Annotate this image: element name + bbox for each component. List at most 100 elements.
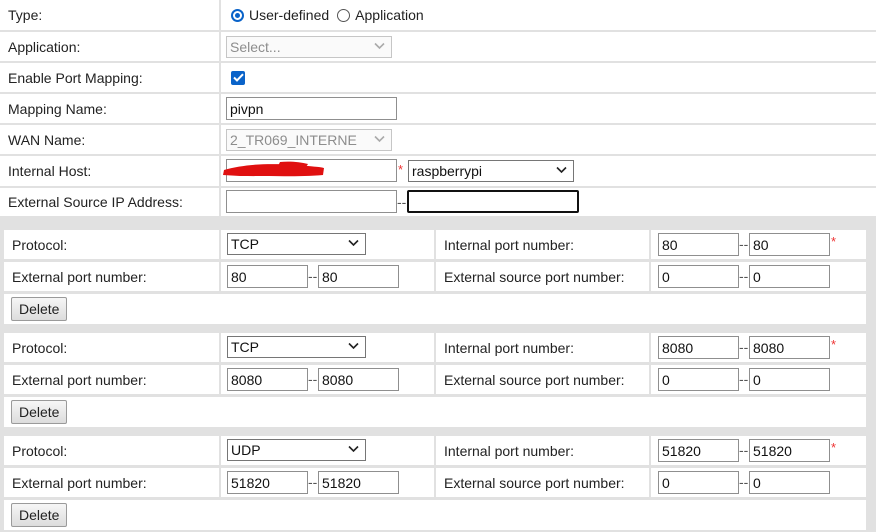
internal-host-input[interactable] xyxy=(226,159,397,182)
external-source-port-end-input[interactable] xyxy=(749,265,830,288)
application-label: Application: xyxy=(8,38,81,55)
external-port-end-input[interactable] xyxy=(318,471,399,494)
wan-name-label-cell: WAN Name: xyxy=(0,125,219,154)
protocol-label-cell: Protocol: xyxy=(4,333,219,362)
external-source-port-label-cell: External source port number: xyxy=(436,468,649,497)
range-separator: -- xyxy=(739,442,749,458)
internal-port-label-cell: Internal port number: xyxy=(436,436,649,465)
external-port-end-input[interactable] xyxy=(318,265,399,288)
external-source-port-end-input[interactable] xyxy=(749,368,830,391)
chevron-down-icon xyxy=(374,42,385,50)
delete-button[interactable]: Delete xyxy=(11,297,68,321)
application-radio-label[interactable]: Application xyxy=(355,7,424,23)
enable-checkbox[interactable] xyxy=(231,70,245,85)
range-separator: -- xyxy=(308,268,318,284)
range-separator: -- xyxy=(739,371,749,387)
external-port-start-input[interactable] xyxy=(227,368,308,391)
internal-port-label: Internal port number: xyxy=(444,339,574,356)
external-source-port-start-input[interactable] xyxy=(658,471,739,494)
user-defined-radio[interactable] xyxy=(231,8,244,22)
external-source-port-label-cell: External source port number: xyxy=(436,262,649,291)
internal-host-device-select[interactable]: raspberrypi xyxy=(408,160,574,182)
external-port-label-cell: External port number: xyxy=(4,468,219,497)
internal-port-label: Internal port number: xyxy=(444,442,574,459)
range-separator: -- xyxy=(739,474,749,490)
delete-button[interactable]: Delete xyxy=(11,503,68,527)
external-port-label-cell: External port number: xyxy=(4,262,219,291)
internal-port-label: Internal port number: xyxy=(444,236,574,253)
external-source-port-label-cell: External source port number: xyxy=(436,365,649,394)
mapping-name-label-cell: Mapping Name: xyxy=(0,94,219,123)
external-port-label: External port number: xyxy=(12,371,147,388)
internal-port-end-input[interactable] xyxy=(749,233,830,256)
protocol-select[interactable]: TCP xyxy=(227,336,366,358)
range-separator: -- xyxy=(397,194,407,210)
internal-port-end-input[interactable] xyxy=(749,336,830,359)
external-source-port-start-input[interactable] xyxy=(658,368,739,391)
protocol-label: Protocol: xyxy=(12,236,68,253)
delete-row-cell xyxy=(4,397,866,427)
chevron-down-icon xyxy=(348,445,359,453)
delete-row-cell xyxy=(4,294,866,324)
external-port-end-input[interactable] xyxy=(318,368,399,391)
external-source-port-label: External source port number: xyxy=(444,474,625,491)
range-separator: -- xyxy=(308,474,318,490)
type-options-cell: User-defined Application xyxy=(221,0,876,30)
protocol-label: Protocol: xyxy=(12,442,68,459)
external-port-start-input[interactable] xyxy=(227,265,308,288)
ext-src-ip-end-input[interactable] xyxy=(407,190,579,213)
enable-field-cell xyxy=(221,63,876,92)
type-label-cell: Type: xyxy=(0,0,219,30)
delete-button[interactable]: Delete xyxy=(11,400,68,424)
internal-host-label-cell: Internal Host: xyxy=(0,156,219,186)
external-port-start-input[interactable] xyxy=(227,471,308,494)
type-label: Type: xyxy=(8,7,43,23)
chevron-down-icon xyxy=(348,239,359,247)
internal-port-start-input[interactable] xyxy=(658,336,739,359)
checkmark-icon xyxy=(232,73,244,82)
protocol-select[interactable]: TCP xyxy=(227,233,366,255)
ext-src-ip-label: External Source IP Address: xyxy=(8,194,183,210)
protocol-label-cell: Protocol: xyxy=(4,230,219,259)
range-separator: -- xyxy=(739,339,749,355)
external-port-label: External port number: xyxy=(12,474,147,491)
protocol-label-cell: Protocol: xyxy=(4,436,219,465)
ext-src-ip-start-input[interactable] xyxy=(226,190,397,213)
delete-row-cell xyxy=(4,500,866,530)
internal-port-required: * xyxy=(831,440,837,455)
mapping-name-input[interactable] xyxy=(226,97,397,120)
internal-port-start-input[interactable] xyxy=(658,233,739,256)
chevron-down-icon xyxy=(374,135,385,143)
application-radio[interactable] xyxy=(337,8,351,22)
enable-label: Enable Port Mapping: xyxy=(8,69,143,86)
enable-label-cell: Enable Port Mapping: xyxy=(0,63,219,92)
external-port-label-cell: External port number: xyxy=(4,365,219,394)
mapping-name-label: Mapping Name: xyxy=(8,100,107,117)
range-separator: -- xyxy=(739,268,749,284)
protocol-label: Protocol: xyxy=(12,339,68,356)
internal-host-label: Internal Host: xyxy=(8,163,92,179)
chevron-down-icon xyxy=(348,342,359,350)
internal-port-end-input[interactable] xyxy=(749,439,830,462)
internal-host-required: * xyxy=(398,162,404,177)
internal-port-required: * xyxy=(831,337,837,352)
ext-src-ip-label-cell: External Source IP Address: xyxy=(0,188,219,216)
external-source-port-start-input[interactable] xyxy=(658,265,739,288)
internal-port-start-input[interactable] xyxy=(658,439,739,462)
protocol-select[interactable]: UDP xyxy=(227,439,366,461)
external-source-port-label: External source port number: xyxy=(444,268,625,285)
application-label-cell: Application: xyxy=(0,32,219,61)
chevron-down-icon xyxy=(556,166,567,174)
external-port-label: External port number: xyxy=(12,268,147,285)
internal-port-label-cell: Internal port number: xyxy=(436,333,649,362)
range-separator: -- xyxy=(308,371,318,387)
internal-port-required: * xyxy=(831,234,837,249)
external-source-port-end-input[interactable] xyxy=(749,471,830,494)
range-separator: -- xyxy=(739,236,749,252)
application-select: Select... xyxy=(226,36,392,58)
wan-name-select: 2_TR069_INTERNE xyxy=(226,129,392,151)
internal-port-label-cell: Internal port number: xyxy=(436,230,649,259)
external-source-port-label: External source port number: xyxy=(444,371,625,388)
wan-name-label: WAN Name: xyxy=(8,131,86,148)
user-defined-label[interactable]: User-defined xyxy=(249,7,329,23)
